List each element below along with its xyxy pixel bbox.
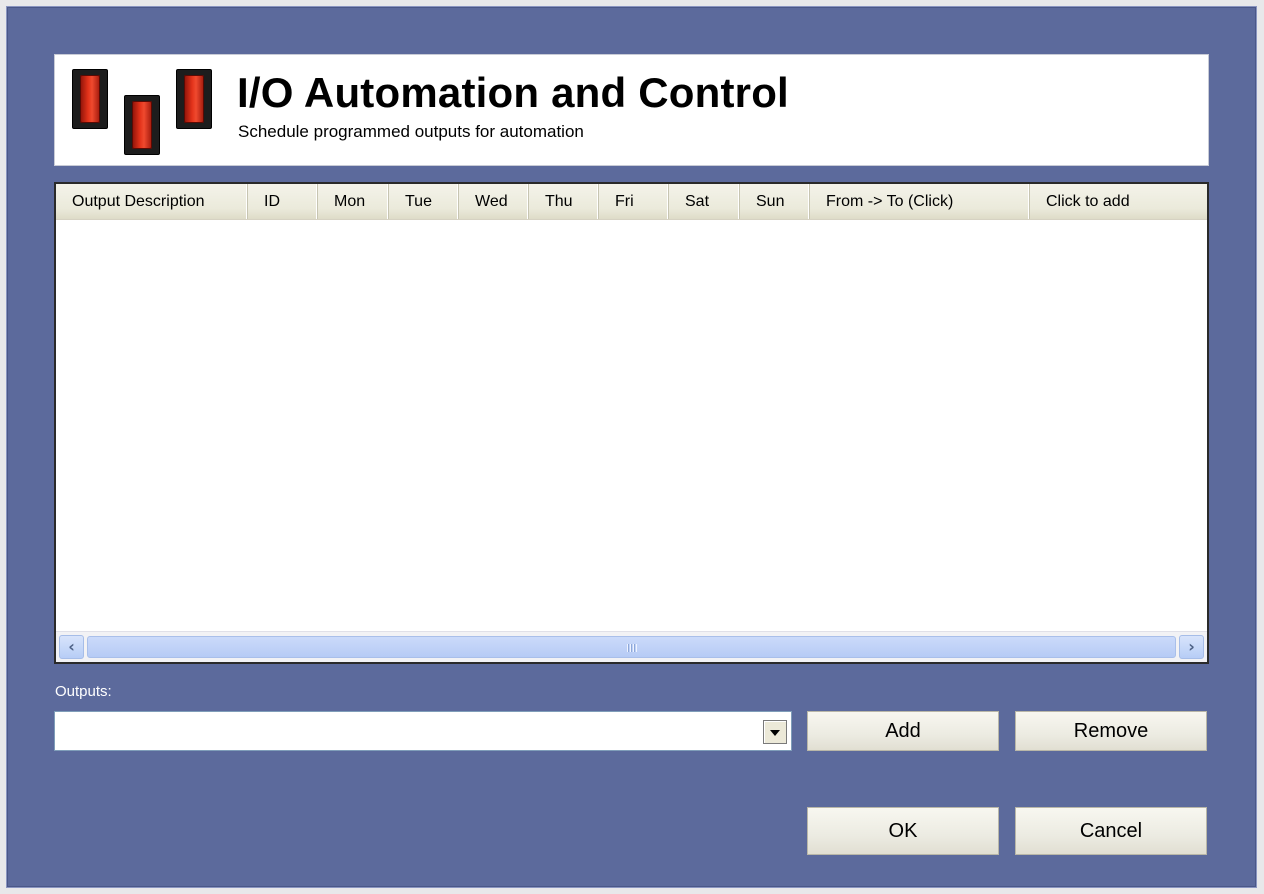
- column-header-from-to[interactable]: From -> To (Click): [810, 184, 1030, 219]
- column-header-tue[interactable]: Tue: [389, 184, 459, 219]
- scroll-left-icon[interactable]: ‹: [59, 635, 84, 659]
- scrollbar-thumb[interactable]: [87, 636, 1176, 658]
- column-header-output-description[interactable]: Output Description: [56, 184, 248, 219]
- ok-button[interactable]: OK: [807, 807, 999, 855]
- rocker-switch-icon: [176, 69, 212, 129]
- outputs-label: Outputs:: [55, 683, 112, 700]
- add-button[interactable]: Add: [807, 711, 999, 751]
- horizontal-scrollbar[interactable]: ‹ ›: [56, 631, 1207, 662]
- automation-dialog: I/O Automation and Control Schedule prog…: [6, 6, 1257, 888]
- schedule-list-header: Output Description ID Mon Tue Wed Thu Fr…: [56, 184, 1207, 220]
- cancel-button[interactable]: Cancel: [1015, 807, 1207, 855]
- schedule-list-body[interactable]: [56, 220, 1207, 632]
- dialog-header: I/O Automation and Control Schedule prog…: [54, 54, 1209, 166]
- column-header-thu[interactable]: Thu: [529, 184, 599, 219]
- outputs-dropdown[interactable]: [54, 711, 792, 751]
- rocker-switch-icon: [72, 69, 108, 129]
- scroll-right-icon[interactable]: ›: [1179, 635, 1204, 659]
- grip-icon: [626, 644, 637, 652]
- column-header-id[interactable]: ID: [248, 184, 318, 219]
- schedule-list[interactable]: Output Description ID Mon Tue Wed Thu Fr…: [54, 182, 1209, 664]
- column-header-sat[interactable]: Sat: [669, 184, 740, 219]
- rocker-switch-icon: [124, 95, 160, 155]
- column-header-wed[interactable]: Wed: [459, 184, 529, 219]
- column-header-sun[interactable]: Sun: [740, 184, 810, 219]
- chevron-down-icon: [770, 730, 780, 736]
- column-header-click-to-add[interactable]: Click to add: [1030, 184, 1207, 219]
- page-title: I/O Automation and Control: [237, 69, 789, 116]
- column-header-mon[interactable]: Mon: [318, 184, 389, 219]
- dropdown-arrow-button[interactable]: [763, 720, 787, 744]
- page-subtitle: Schedule programmed outputs for automati…: [238, 122, 584, 141]
- column-header-fri[interactable]: Fri: [599, 184, 669, 219]
- remove-button[interactable]: Remove: [1015, 711, 1207, 751]
